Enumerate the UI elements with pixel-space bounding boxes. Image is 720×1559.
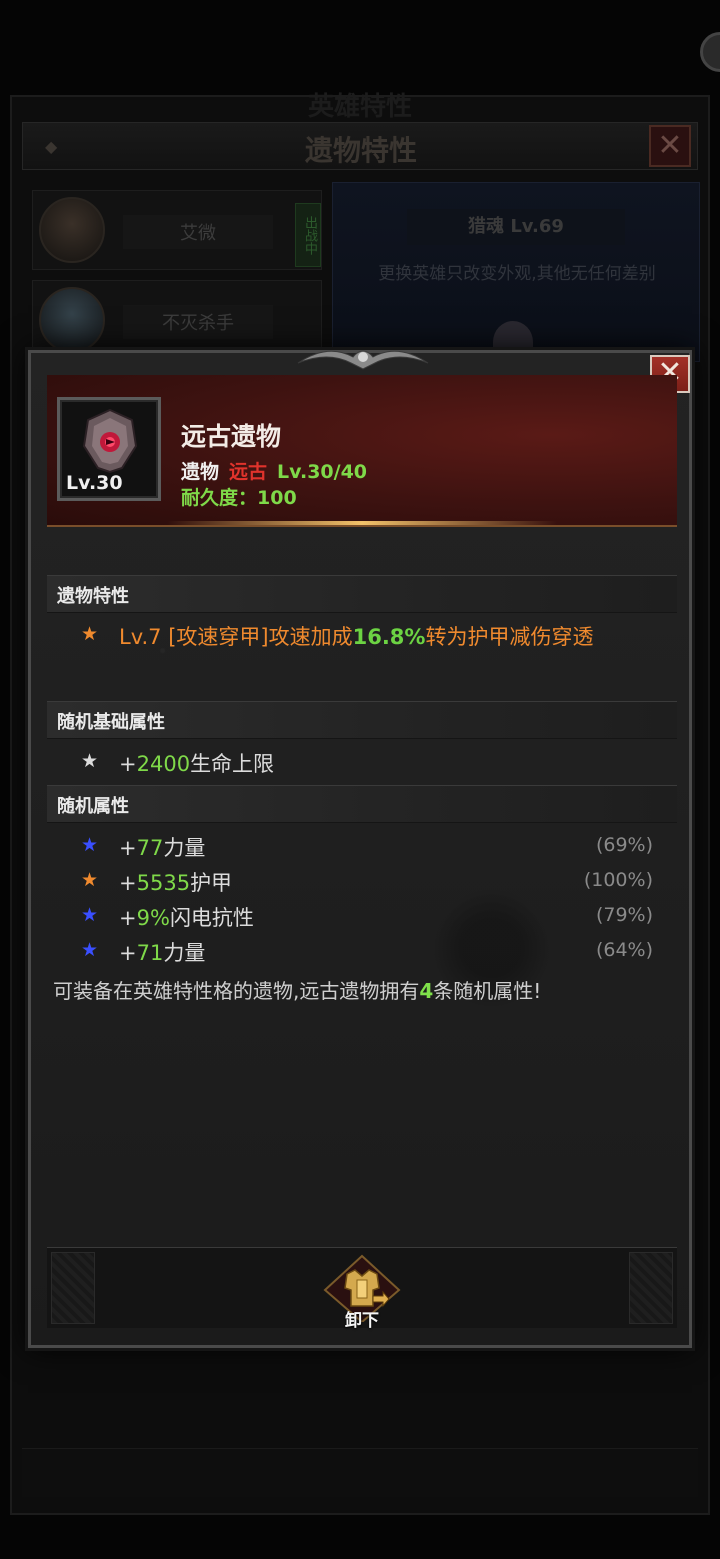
- section-title: 随机基础属性: [57, 712, 165, 733]
- section-title: 随机属性: [57, 796, 129, 817]
- hero-list-item[interactable]: 不灭杀手: [32, 280, 322, 360]
- trait-value: 16.8%: [352, 625, 426, 649]
- action-bar: 卸下: [47, 1247, 677, 1331]
- description-text: 可装备在英雄特性格的遗物,远古遗物拥有: [53, 979, 420, 1003]
- attr-plus: +: [119, 752, 137, 776]
- attr-name: 力量: [163, 941, 206, 965]
- relic-shield-icon: [82, 408, 138, 474]
- decorative-panel: [629, 1252, 673, 1324]
- description-count: 4: [419, 979, 434, 1003]
- star-icon: ★: [81, 939, 99, 961]
- item-name: 远古遗物: [181, 422, 282, 451]
- hero-detail-description: 更换英雄只改变外观,其他无任何差别: [378, 264, 656, 284]
- item-level-badge: Lv.30: [66, 472, 123, 494]
- item-category: 遗物: [181, 461, 220, 483]
- section-random-attributes: 随机属性: [47, 785, 677, 823]
- background-bottom-bar: [22, 1448, 698, 1497]
- background-close-button[interactable]: ✕: [649, 125, 691, 167]
- attr-value: 77: [136, 836, 164, 860]
- attr-value: 2400: [136, 752, 191, 776]
- relic-detail-modal: ✕ Lv.30 远古遗物 遗物 远古 Lv.30/40 耐久度：100 遗物特性 ★…: [28, 350, 692, 1348]
- attr-roll-percent: (64%): [595, 939, 653, 961]
- star-icon: ★: [81, 750, 99, 772]
- attr-plus: +: [119, 941, 137, 965]
- hero-list-item[interactable]: 艾微 出战中: [32, 190, 322, 270]
- hero-name: 不灭杀手: [123, 305, 273, 339]
- star-icon: ★: [81, 869, 99, 891]
- hero-list: 艾微 出战中 不灭杀手: [22, 180, 324, 360]
- star-icon: ★: [81, 834, 99, 856]
- trait-suffix: 转为护甲减伤穿透: [425, 625, 594, 649]
- background-title-bar: ◆ 遗物特性: [22, 122, 698, 170]
- header-divider: [167, 521, 557, 525]
- hero-detail-panel: 猎魂 Lv.69 更换英雄只改变外观,其他无任何差别: [332, 182, 700, 363]
- description-text: 条随机属性!: [433, 979, 542, 1003]
- background-title: 遗物特性: [304, 134, 417, 167]
- attr-value: 71: [136, 941, 164, 965]
- hero-deployed-tag: 出战中: [295, 203, 321, 267]
- attr-plus: +: [119, 871, 137, 895]
- attr-value: 5535: [136, 871, 191, 895]
- ornament-icon: [297, 350, 429, 370]
- item-durability: 耐久度：100: [181, 487, 297, 509]
- attr-roll-percent: (69%): [595, 834, 653, 856]
- star-icon: ★: [81, 623, 99, 645]
- attr-name: 闪电抗性: [169, 906, 254, 930]
- background-ghost-title: 英雄特性: [307, 92, 412, 122]
- attr-plus: +: [119, 836, 137, 860]
- item-rarity: 远古: [229, 461, 268, 483]
- attr-roll-percent: (100%): [583, 869, 653, 891]
- hero-name: 艾微: [123, 215, 273, 249]
- attr-name: 生命上限: [190, 752, 275, 776]
- unequip-button[interactable]: 卸下: [317, 1252, 407, 1342]
- section-base-attributes: 随机基础属性: [47, 701, 677, 739]
- section-relic-trait: 遗物特性: [47, 575, 677, 613]
- item-meta: 遗物 远古 Lv.30/40: [181, 457, 367, 484]
- section-title: 遗物特性: [57, 586, 129, 607]
- hero-detail-name: 猎魂 Lv.69: [407, 209, 625, 245]
- item-slot: Lv.30: [57, 397, 161, 501]
- item-level: Lv.30/40: [277, 461, 368, 483]
- decorative-panel: [51, 1252, 95, 1324]
- item-header: Lv.30 远古遗物 遗物 远古 Lv.30/40 耐久度：100: [47, 375, 677, 527]
- hero-avatar: [39, 287, 105, 353]
- attr-plus: +: [119, 906, 137, 930]
- item-description: 可装备在英雄特性格的遗物,远古遗物拥有4条随机属性!: [53, 975, 541, 1004]
- hero-avatar: [39, 197, 105, 263]
- attr-roll-percent: (79%): [595, 904, 653, 926]
- attr-value: 9%: [136, 906, 170, 930]
- trait-prefix: Lv.7 [攻速穿甲]攻速加成: [119, 625, 353, 649]
- attr-name: 护甲: [190, 871, 233, 895]
- star-icon: ★: [81, 904, 99, 926]
- attr-name: 力量: [163, 836, 206, 860]
- unequip-label: 卸下: [345, 1311, 379, 1331]
- corner-menu-button[interactable]: [700, 32, 720, 72]
